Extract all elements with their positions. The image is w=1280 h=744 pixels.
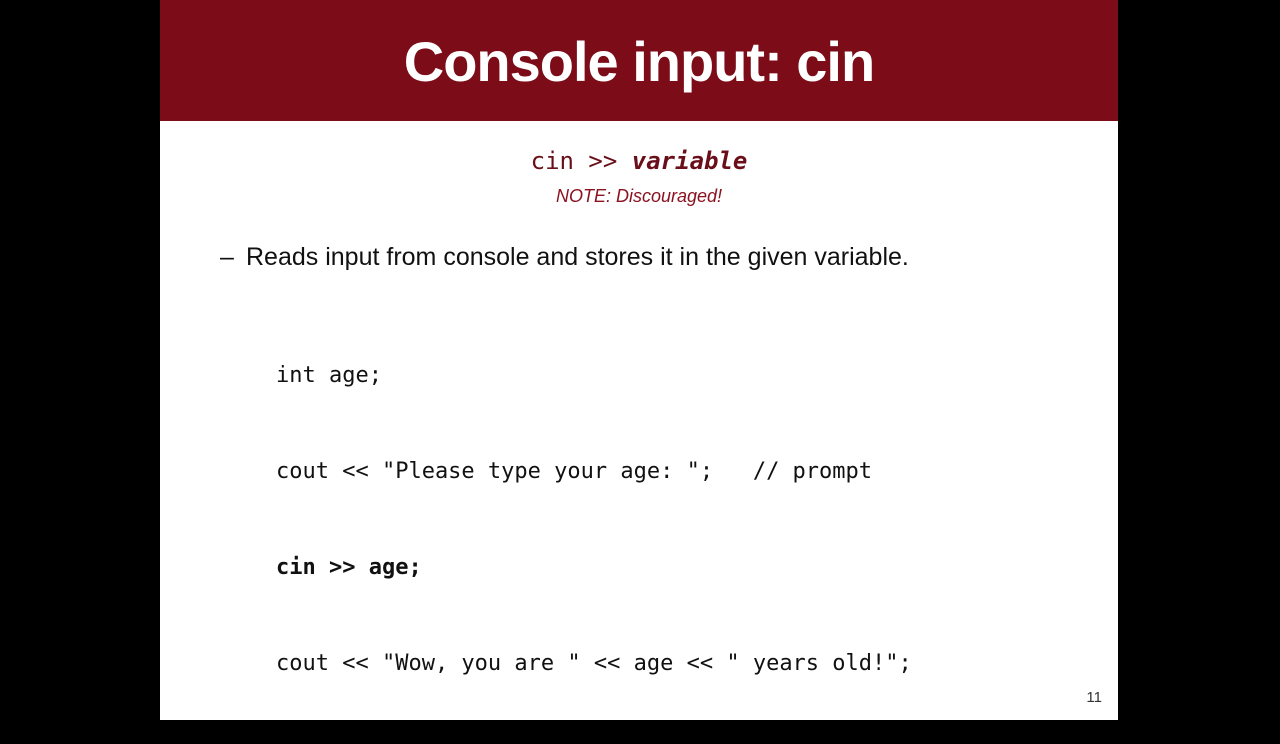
title-bar: Console input: cin	[160, 0, 1118, 121]
syntax-line: cin >> variable	[160, 145, 1118, 177]
slide-title: Console input: cin	[403, 30, 875, 93]
slide: Console input: cin cin >> variable NOTE:…	[160, 0, 1118, 720]
note-text: NOTE: Discouraged!	[555, 186, 723, 206]
code-line-highlighted: cin >> age;	[276, 555, 422, 580]
code-line: cout << "Please type your age: "; // pro…	[276, 459, 873, 484]
bullet-item: – Reads input from console and stores it …	[220, 240, 909, 274]
code-line: int age;	[276, 363, 382, 388]
bullet-dash: –	[220, 243, 234, 271]
syntax-variable: variable	[631, 147, 748, 175]
code-line: cout << "Wow, you are " << age << " year…	[276, 651, 912, 676]
bullet-text: Reads input from console and stores it i…	[246, 243, 909, 271]
page-number: 11	[1086, 689, 1102, 706]
syntax-keyword: cin >>	[530, 147, 632, 175]
code-block: int age; cout << "Please type your age: …	[276, 296, 912, 744]
